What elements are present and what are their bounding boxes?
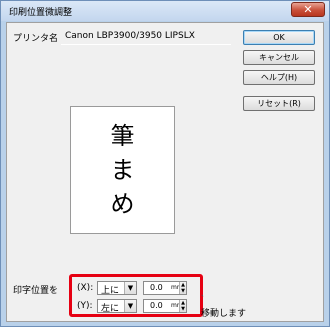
x-offset-value: 0.0 — [150, 283, 163, 292]
y-offset-spinner[interactable]: 0.0 mm ▲ ▼ — [143, 299, 187, 313]
x-direction-value: 上に — [101, 286, 120, 296]
preview-char-3: め — [110, 190, 135, 218]
help-button[interactable]: ヘルプ(H) — [243, 70, 315, 85]
printer-name-label: プリンタ名 — [13, 34, 59, 44]
dialog-window: 印刷位置微調整 ✕ プリンタ名 Canon LBP3900/3950 LIPSL… — [0, 0, 330, 327]
chevron-down-icon[interactable]: ▼ — [124, 300, 136, 312]
y-axis-label: (Y): — [77, 301, 93, 311]
x-offset-spinner[interactable]: 0.0 mm ▲ ▼ — [143, 281, 187, 295]
x-axis-label: (X): — [77, 283, 94, 293]
preview-char-1: 筆 — [110, 122, 135, 150]
preview-paper: 筆 ま め — [70, 106, 175, 234]
close-button[interactable]: ✕ — [291, 2, 325, 17]
y-direction-value: 左に — [101, 304, 120, 314]
dialog-body: プリンタ名 Canon LBP3900/3950 LIPSLX 筆 ま め OK… — [6, 22, 324, 322]
printer-name-value: Canon LBP3900/3950 LIPSLX — [65, 31, 195, 41]
chevron-down-icon[interactable]: ▼ — [124, 282, 136, 294]
title-bar: 印刷位置微調整 ✕ — [1, 1, 329, 21]
y-offset-value: 0.0 — [150, 301, 163, 310]
window-title: 印刷位置微調整 — [9, 8, 73, 18]
cancel-button[interactable]: キャンセル — [243, 50, 315, 65]
reset-button[interactable]: リセット(R) — [243, 96, 315, 111]
close-icon: ✕ — [303, 3, 313, 16]
preview-area: 筆 ま め — [13, 51, 231, 277]
print-position-label: 印字位置を — [13, 286, 59, 296]
x-direction-select[interactable]: 上に ▼ — [97, 281, 137, 296]
position-tick: 、 — [201, 290, 208, 298]
y-direction-select[interactable]: 左に ▼ — [97, 299, 137, 314]
spin-arrows-icon[interactable]: ▲ ▼ — [179, 300, 186, 312]
preview-char-2: ま — [110, 156, 135, 184]
spin-arrows-icon[interactable]: ▲ ▼ — [179, 282, 186, 294]
move-suffix-label: 移動します — [201, 309, 247, 319]
ok-button[interactable]: OK — [243, 30, 315, 45]
printer-name-divider — [61, 44, 231, 45]
